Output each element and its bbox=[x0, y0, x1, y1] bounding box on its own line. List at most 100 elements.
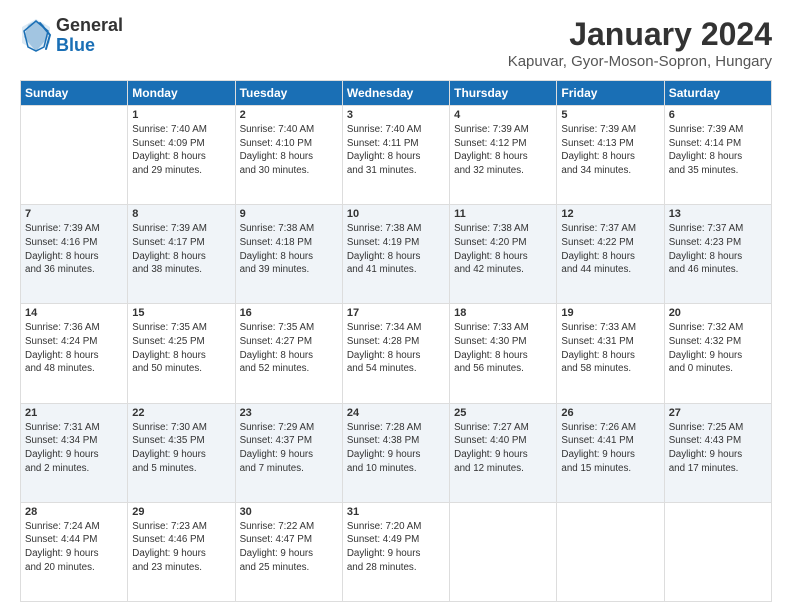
day-info: Sunrise: 7:29 AM Sunset: 4:37 PM Dayligh… bbox=[240, 421, 338, 476]
day-info: Sunrise: 7:22 AM Sunset: 4:47 PM Dayligh… bbox=[240, 520, 338, 575]
day-info: Sunrise: 7:27 AM Sunset: 4:40 PM Dayligh… bbox=[454, 421, 552, 476]
page: General Blue January 2024 Kapuvar, Gyor-… bbox=[0, 0, 792, 612]
day-info: Sunrise: 7:35 AM Sunset: 4:27 PM Dayligh… bbox=[240, 321, 338, 376]
day-number: 22 bbox=[132, 407, 230, 419]
table-row: 7 Sunrise: 7:39 AM Sunset: 4:16 PM Daylig… bbox=[21, 205, 772, 304]
day-info: Sunrise: 7:30 AM Sunset: 4:35 PM Dayligh… bbox=[132, 421, 230, 476]
list-item: 27 Sunrise: 7:25 AM Sunset: 4:43 PM Dayli… bbox=[664, 403, 771, 502]
col-friday: Friday bbox=[557, 81, 664, 106]
col-saturday: Saturday bbox=[664, 81, 771, 106]
day-number: 21 bbox=[25, 407, 123, 419]
day-info: Sunrise: 7:24 AM Sunset: 4:44 PM Dayligh… bbox=[25, 520, 123, 575]
list-item: 6 Sunrise: 7:39 AM Sunset: 4:14 PM Daylig… bbox=[664, 106, 771, 205]
table-row: 14 Sunrise: 7:36 AM Sunset: 4:24 PM Dayli… bbox=[21, 304, 772, 403]
day-info: Sunrise: 7:23 AM Sunset: 4:46 PM Dayligh… bbox=[132, 520, 230, 575]
list-item: 23 Sunrise: 7:29 AM Sunset: 4:37 PM Dayli… bbox=[235, 403, 342, 502]
header-row: Sunday Monday Tuesday Wednesday Thursday… bbox=[21, 81, 772, 106]
list-item: 5 Sunrise: 7:39 AM Sunset: 4:13 PM Daylig… bbox=[557, 106, 664, 205]
day-number: 7 bbox=[25, 208, 123, 220]
list-item: 11Sunrise: 7:38 AM Sunset: 4:20 PM Dayli… bbox=[450, 205, 557, 304]
list-item: 28 Sunrise: 7:24 AM Sunset: 4:44 PM Dayli… bbox=[21, 502, 128, 601]
logo-general: General bbox=[56, 16, 123, 36]
day-info: Sunrise: 7:36 AM Sunset: 4:24 PM Dayligh… bbox=[25, 321, 123, 376]
list-item: 8Sunrise: 7:39 AM Sunset: 4:17 PM Daylig… bbox=[128, 205, 235, 304]
list-item: 7 Sunrise: 7:39 AM Sunset: 4:16 PM Daylig… bbox=[21, 205, 128, 304]
day-info: Sunrise: 7:39 AM Sunset: 4:13 PM Dayligh… bbox=[561, 123, 659, 178]
day-number: 23 bbox=[240, 407, 338, 419]
list-item: 30 Sunrise: 7:22 AM Sunset: 4:47 PM Dayli… bbox=[235, 502, 342, 601]
day-info: Sunrise: 7:32 AM Sunset: 4:32 PM Dayligh… bbox=[669, 321, 767, 376]
day-number: 14 bbox=[25, 307, 123, 319]
day-number: 4 bbox=[454, 109, 552, 121]
day-number: 30 bbox=[240, 506, 338, 518]
day-info: Sunrise: 7:39 AM Sunset: 4:16 PM Dayligh… bbox=[25, 222, 123, 277]
title-block: January 2024 Kapuvar, Gyor-Moson-Sopron,… bbox=[508, 16, 772, 70]
list-item: 16 Sunrise: 7:35 AM Sunset: 4:27 PM Dayli… bbox=[235, 304, 342, 403]
logo-icon bbox=[20, 17, 52, 55]
table-row: 28 Sunrise: 7:24 AM Sunset: 4:44 PM Dayli… bbox=[21, 502, 772, 601]
table-row: 21 Sunrise: 7:31 AM Sunset: 4:34 PM Dayli… bbox=[21, 403, 772, 502]
calendar-table: Sunday Monday Tuesday Wednesday Thursday… bbox=[20, 80, 772, 602]
day-info: Sunrise: 7:20 AM Sunset: 4:49 PM Dayligh… bbox=[347, 520, 445, 575]
day-number: 3 bbox=[347, 109, 445, 121]
list-item bbox=[664, 502, 771, 601]
list-item: 22 Sunrise: 7:30 AM Sunset: 4:35 PM Dayli… bbox=[128, 403, 235, 502]
logo: General Blue bbox=[20, 16, 123, 56]
day-number: 9 bbox=[240, 208, 338, 220]
col-wednesday: Wednesday bbox=[342, 81, 449, 106]
day-info: Sunrise: 7:31 AM Sunset: 4:34 PM Dayligh… bbox=[25, 421, 123, 476]
day-number: 2 bbox=[240, 109, 338, 121]
day-number: 19 bbox=[561, 307, 659, 319]
day-number: 26 bbox=[561, 407, 659, 419]
day-info: Sunrise: 7:33 AM Sunset: 4:30 PM Dayligh… bbox=[454, 321, 552, 376]
day-number: 5 bbox=[561, 109, 659, 121]
list-item bbox=[21, 106, 128, 205]
day-info: Sunrise: 7:40 AM Sunset: 4:11 PM Dayligh… bbox=[347, 123, 445, 178]
table-row: 1Sunrise: 7:40 AM Sunset: 4:09 PM Daylig… bbox=[21, 106, 772, 205]
day-info: Sunrise: 7:38 AM Sunset: 4:19 PM Dayligh… bbox=[347, 222, 445, 277]
day-number: 17 bbox=[347, 307, 445, 319]
list-item: 15Sunrise: 7:35 AM Sunset: 4:25 PM Dayli… bbox=[128, 304, 235, 403]
day-info: Sunrise: 7:26 AM Sunset: 4:41 PM Dayligh… bbox=[561, 421, 659, 476]
day-info: Sunrise: 7:25 AM Sunset: 4:43 PM Dayligh… bbox=[669, 421, 767, 476]
day-number: 27 bbox=[669, 407, 767, 419]
list-item: 20 Sunrise: 7:32 AM Sunset: 4:32 PM Dayli… bbox=[664, 304, 771, 403]
day-info: Sunrise: 7:37 AM Sunset: 4:22 PM Dayligh… bbox=[561, 222, 659, 277]
list-item: 24Sunrise: 7:28 AM Sunset: 4:38 PM Dayli… bbox=[342, 403, 449, 502]
col-thursday: Thursday bbox=[450, 81, 557, 106]
list-item: 4 Sunrise: 7:39 AM Sunset: 4:12 PM Daylig… bbox=[450, 106, 557, 205]
list-item: 25 Sunrise: 7:27 AM Sunset: 4:40 PM Dayli… bbox=[450, 403, 557, 502]
list-item: 10Sunrise: 7:38 AM Sunset: 4:19 PM Dayli… bbox=[342, 205, 449, 304]
list-item: 9 Sunrise: 7:38 AM Sunset: 4:18 PM Daylig… bbox=[235, 205, 342, 304]
list-item bbox=[450, 502, 557, 601]
day-number: 25 bbox=[454, 407, 552, 419]
list-item bbox=[557, 502, 664, 601]
list-item: 3 Sunrise: 7:40 AM Sunset: 4:11 PM Daylig… bbox=[342, 106, 449, 205]
day-number: 29 bbox=[132, 506, 230, 518]
list-item: 26 Sunrise: 7:26 AM Sunset: 4:41 PM Dayli… bbox=[557, 403, 664, 502]
day-info: Sunrise: 7:38 AM Sunset: 4:18 PM Dayligh… bbox=[240, 222, 338, 277]
location: Kapuvar, Gyor-Moson-Sopron, Hungary bbox=[508, 53, 772, 70]
day-number: 15 bbox=[132, 307, 230, 319]
day-number: 6 bbox=[669, 109, 767, 121]
day-number: 12 bbox=[561, 208, 659, 220]
day-info: Sunrise: 7:34 AM Sunset: 4:28 PM Dayligh… bbox=[347, 321, 445, 376]
day-info: Sunrise: 7:39 AM Sunset: 4:12 PM Dayligh… bbox=[454, 123, 552, 178]
list-item: 31 Sunrise: 7:20 AM Sunset: 4:49 PM Dayli… bbox=[342, 502, 449, 601]
list-item: 29 Sunrise: 7:23 AM Sunset: 4:46 PM Dayli… bbox=[128, 502, 235, 601]
day-info: Sunrise: 7:33 AM Sunset: 4:31 PM Dayligh… bbox=[561, 321, 659, 376]
list-item: 17 Sunrise: 7:34 AM Sunset: 4:28 PM Dayli… bbox=[342, 304, 449, 403]
logo-blue: Blue bbox=[56, 36, 123, 56]
day-info: Sunrise: 7:39 AM Sunset: 4:14 PM Dayligh… bbox=[669, 123, 767, 178]
list-item: 21 Sunrise: 7:31 AM Sunset: 4:34 PM Dayli… bbox=[21, 403, 128, 502]
day-number: 20 bbox=[669, 307, 767, 319]
day-number: 11 bbox=[454, 208, 552, 220]
day-number: 28 bbox=[25, 506, 123, 518]
day-info: Sunrise: 7:39 AM Sunset: 4:17 PM Dayligh… bbox=[132, 222, 230, 277]
logo-text: General Blue bbox=[56, 16, 123, 56]
day-number: 16 bbox=[240, 307, 338, 319]
list-item: 1Sunrise: 7:40 AM Sunset: 4:09 PM Daylig… bbox=[128, 106, 235, 205]
day-info: Sunrise: 7:40 AM Sunset: 4:10 PM Dayligh… bbox=[240, 123, 338, 178]
day-number: 31 bbox=[347, 506, 445, 518]
list-item: 19 Sunrise: 7:33 AM Sunset: 4:31 PM Dayli… bbox=[557, 304, 664, 403]
